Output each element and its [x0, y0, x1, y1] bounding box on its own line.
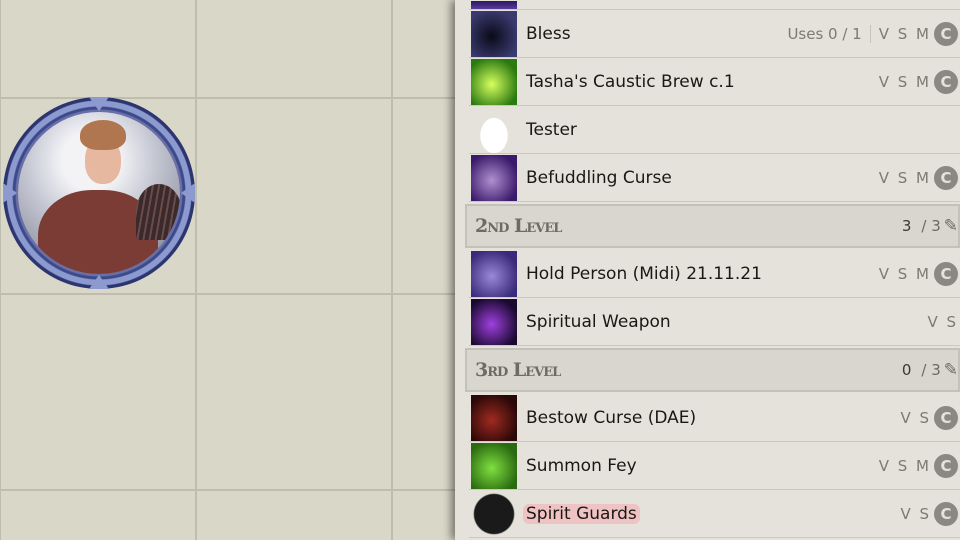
spell-components: V S: [927, 312, 958, 331]
spell-slots: 0 / 3 ✎: [902, 360, 958, 380]
token-portrait: [18, 112, 180, 274]
spell-name[interactable]: Tasha's Caustic Brew c.1: [526, 72, 735, 92]
edit-slots-icon[interactable]: ✎: [944, 360, 958, 380]
spell-row[interactable]: Spirit Guards V SC: [469, 490, 960, 538]
spell-row[interactable]: Hold Person (Midi) 21.11.21 V S MC: [469, 250, 960, 298]
edit-slots-icon[interactable]: ✎: [944, 216, 958, 236]
token-arrow-right-icon: [181, 183, 195, 203]
spell-components: V S M: [878, 456, 931, 475]
spellbook-panel: Bless Uses 0 / 1V S M C Tasha's Caustic Bre…: [455, 0, 960, 540]
concentration-icon: C: [934, 261, 958, 286]
character-token[interactable]: [3, 97, 195, 289]
summon-fey-icon[interactable]: [471, 442, 517, 489]
spell-row[interactable]: Bless Uses 0 / 1 V S MC: [469, 10, 960, 58]
concentration-icon: C: [934, 405, 958, 430]
caustic-brew-icon[interactable]: [471, 58, 517, 105]
spell-level-label: 2nd Level: [475, 215, 562, 237]
sack-icon[interactable]: [471, 106, 517, 153]
spell-row[interactable]: Summon Fey V S MC: [469, 442, 960, 490]
portrait-fan: [136, 184, 180, 240]
portrait-hair: [80, 120, 126, 150]
spell-name[interactable]: Hold Person (Midi) 21.11.21: [526, 264, 762, 284]
spell-components: V S M: [878, 168, 931, 187]
spell-row[interactable]: Befuddling Curse V S MC: [469, 154, 960, 202]
spell-meta: V S MC: [878, 453, 958, 478]
token-arrow-top-icon: [89, 97, 109, 111]
spell-list: Bless Uses 0 / 1V S M C Tasha's Caustic Bre…: [465, 0, 960, 538]
bless-icon[interactable]: [471, 10, 517, 57]
spell-name[interactable]: Bestow Curse (DAE): [526, 408, 696, 428]
spell-uses: Uses 0 / 1: [787, 24, 871, 43]
slots-value-input[interactable]: 0: [902, 361, 912, 379]
spell-row[interactable]: [469, 0, 960, 10]
slots-max: / 3: [921, 361, 941, 379]
token-arrow-bottom-icon: [89, 275, 109, 289]
spell-row[interactable]: Tester: [469, 106, 960, 154]
spell-name[interactable]: Tester: [526, 120, 577, 140]
spiritual-weapon-icon[interactable]: [471, 298, 517, 345]
concentration-icon: C: [934, 165, 958, 190]
purple-glyph-icon: [471, 0, 517, 9]
concentration-icon: C: [934, 453, 958, 478]
spell-level-header[interactable]: 3rd Level 0 / 3 ✎: [465, 348, 960, 392]
spell-components: V S: [900, 504, 931, 523]
spell-meta: V S MC: [878, 69, 958, 94]
concentration-icon: C: [934, 501, 958, 526]
spell-components: V S M: [878, 264, 931, 283]
d20-icon[interactable]: [471, 490, 517, 537]
concentration-icon: C: [934, 21, 958, 46]
spell-meta: V S: [927, 313, 958, 331]
spell-name[interactable]: Summon Fey: [526, 456, 637, 476]
spell-row[interactable]: Tasha's Caustic Brew c.1 V S MC: [469, 58, 960, 106]
spell-components: V S: [900, 408, 931, 427]
spell-name[interactable]: Bless: [526, 24, 571, 44]
concentration-icon: C: [934, 69, 958, 94]
spell-components: V S M: [878, 24, 931, 43]
spell-meta: V SC: [900, 405, 958, 430]
spell-meta: V S MC: [878, 165, 958, 190]
spell-meta: Uses 0 / 1 V S MC: [787, 21, 958, 46]
spell-slots: 3 / 3 ✎: [902, 216, 958, 236]
eye-icon[interactable]: [471, 154, 517, 201]
spell-name[interactable]: Spiritual Weapon: [526, 312, 671, 332]
token-arrow-left-icon: [3, 183, 17, 203]
hold-person-icon[interactable]: [471, 250, 517, 297]
spell-level-header[interactable]: 2nd Level 3 / 3 ✎: [465, 204, 960, 248]
spell-row[interactable]: Bestow Curse (DAE) V SC: [469, 394, 960, 442]
spell-row[interactable]: Spiritual Weapon V S: [469, 298, 960, 346]
spell-name[interactable]: Spirit Guards: [523, 503, 640, 524]
spell-meta: V SC: [900, 501, 958, 526]
spell-name[interactable]: Befuddling Curse: [526, 168, 672, 188]
bestow-curse-icon[interactable]: [471, 394, 517, 441]
spell-meta: V S MC: [878, 261, 958, 286]
scene-canvas[interactable]: [0, 0, 455, 540]
slots-value-input[interactable]: 3: [902, 217, 912, 235]
spell-level-label: 3rd Level: [475, 359, 561, 381]
slots-max: / 3: [921, 217, 941, 235]
spell-components: V S M: [878, 72, 931, 91]
